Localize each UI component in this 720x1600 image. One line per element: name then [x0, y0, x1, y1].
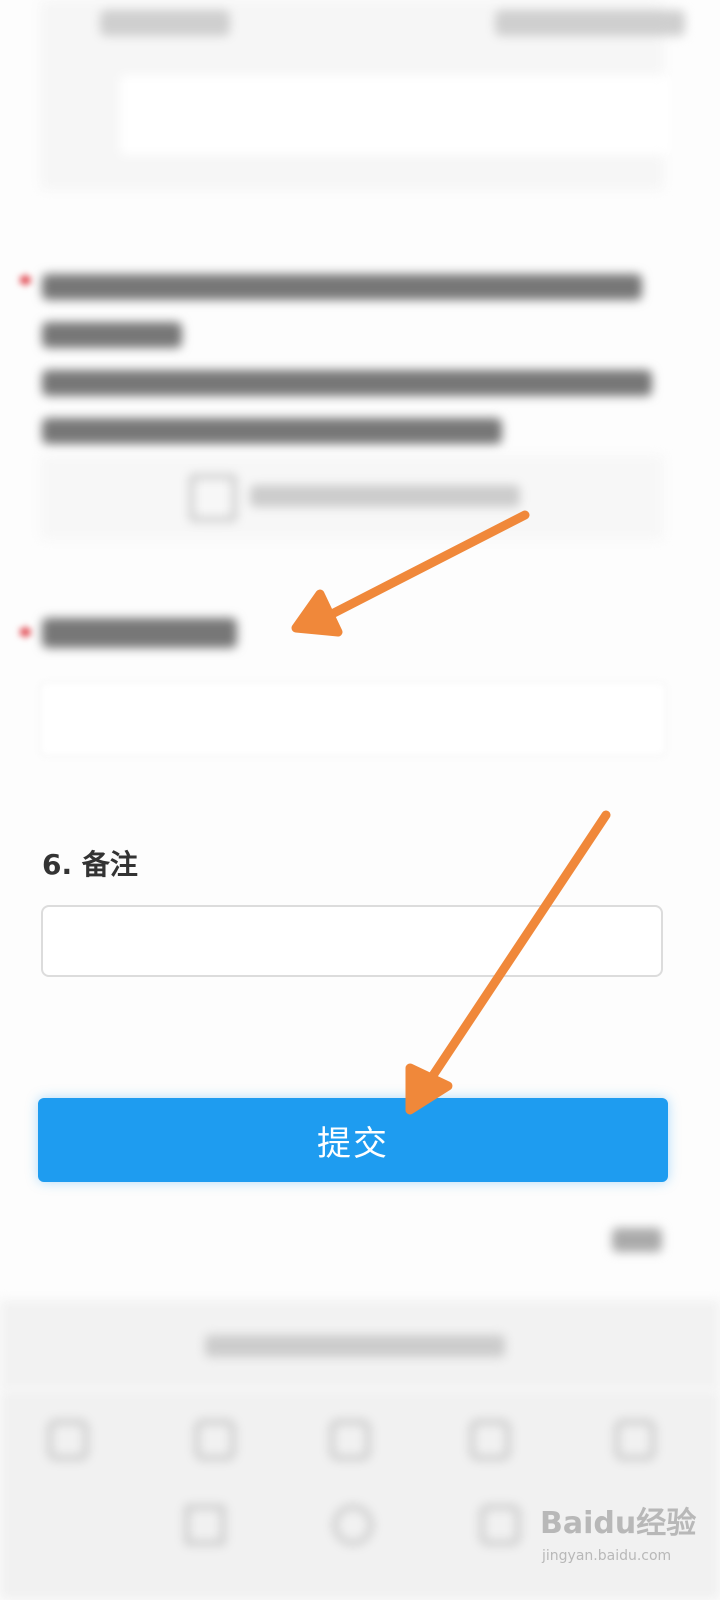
required-marker-q5: * [18, 620, 33, 653]
forward-icon[interactable] [195, 1420, 235, 1460]
arrow-head-question5 [291, 589, 343, 637]
watermark-url: jingyan.baidu.com [542, 1548, 672, 1564]
menu-icon[interactable] [615, 1420, 655, 1460]
banner-text [205, 1335, 505, 1357]
back-icon[interactable] [48, 1420, 88, 1460]
home-icon[interactable] [330, 1420, 370, 1460]
question5-title [42, 618, 237, 648]
system-home-icon[interactable] [333, 1505, 373, 1545]
watermark-brand: Baidu经验 [540, 1506, 697, 1541]
tabs-icon[interactable] [470, 1420, 510, 1460]
required-marker-q4: * [18, 268, 33, 301]
question4-title [42, 262, 662, 454]
upload-icon [190, 475, 236, 521]
upload-hint [250, 485, 520, 507]
submit-button[interactable]: 提交 [38, 1098, 668, 1182]
upload-area[interactable] [40, 455, 664, 540]
baidu-watermark: Baidu经验 jingyan.baidu.com [540, 1490, 710, 1590]
remarks-input[interactable] [41, 905, 663, 977]
status-placeholder-left [100, 10, 230, 36]
question6-title: 6. 备注 [42, 848, 138, 881]
question5-input[interactable] [40, 682, 666, 756]
status-placeholder-right [495, 10, 685, 36]
small-link[interactable] [612, 1228, 662, 1252]
system-back-icon[interactable] [185, 1505, 225, 1545]
previous-answer-input[interactable] [120, 75, 670, 155]
previous-question-card [40, 0, 685, 190]
system-recents-icon[interactable] [480, 1505, 520, 1545]
